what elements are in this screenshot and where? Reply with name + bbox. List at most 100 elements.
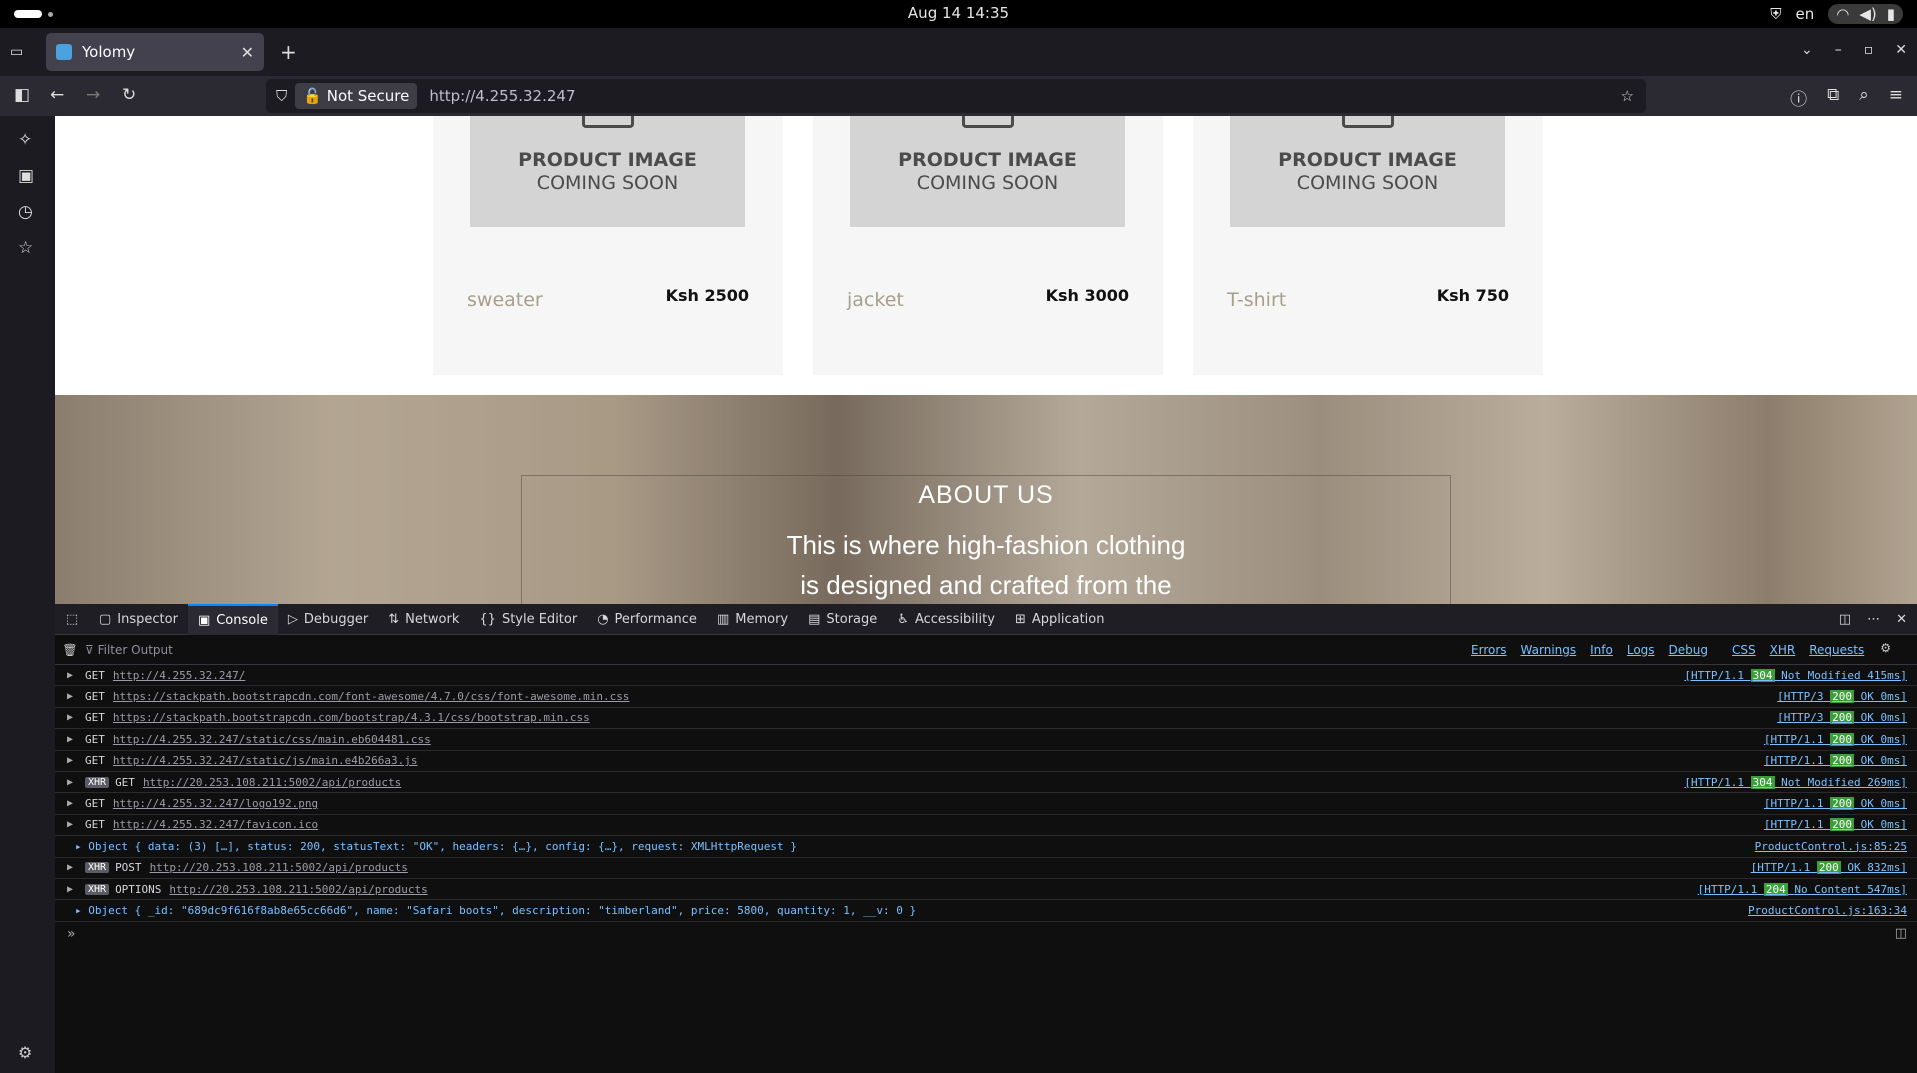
dock-icon[interactable]: ◫ [1839,612,1851,627]
filter-requests[interactable]: Requests [1803,641,1870,659]
close-tab-icon[interactable]: ✕ [241,43,254,62]
source-link[interactable]: ProductControl.js:85:25 [1755,840,1917,853]
tab-console[interactable]: ▣ Console [187,603,278,635]
network-log-row[interactable]: ▶ GET https://stackpath.bootstrapcdn.com/f… [55,686,1917,708]
network-log-row[interactable]: ▶ GET http://4.255.32.247/favicon.ico [HTTP… [55,815,1917,837]
expand-triangle-icon[interactable]: ▶ [55,798,85,809]
extensions-icon[interactable]: ⧉ [1827,85,1839,110]
expand-triangle-icon[interactable]: ▶ [55,734,85,745]
request-status[interactable]: [HTTP/1.1 200 OK 0ms] [1764,732,1917,746]
product-name[interactable]: sweater [467,289,543,311]
product-card[interactable]: PRODUCT IMAGE COMING SOON sweater Ksh 25… [433,116,783,375]
object-preview[interactable]: ▸ Object { data: (3) […], status: 200, s… [55,840,797,853]
request-url[interactable]: http://20.253.108.211:5002/api/products [169,883,427,896]
filter-logs[interactable]: Logs [1621,641,1661,659]
tab-style-editor[interactable]: {} Style Editor [469,604,587,635]
maximize-icon[interactable]: ▫ [1864,42,1874,58]
network-log-row[interactable]: ▶ GET http://4.255.32.247/ [HTTP/1.1 304 No… [55,665,1917,687]
product-name[interactable]: T-shirt [1227,289,1286,311]
request-status[interactable]: [HTTP/3 200 OK 0ms] [1777,690,1917,704]
request-url[interactable]: http://20.253.108.211:5002/api/products [150,861,408,874]
menu-icon[interactable]: ≡ [1889,85,1903,110]
request-url[interactable]: https://stackpath.bootstrapcdn.com/boots… [113,711,590,724]
tab-list-icon[interactable]: ⌄ [1801,42,1813,58]
console-settings-icon[interactable]: ⚙ [1880,641,1891,659]
filter-xhr[interactable]: XHR [1764,641,1802,659]
history-icon[interactable]: ◷ [18,202,33,222]
product-name[interactable]: jacket [847,289,904,311]
request-url[interactable]: http://4.255.32.247/static/js/main.e4b26… [113,754,418,767]
request-status[interactable]: [HTTP/1.1 200 OK 832ms] [1751,861,1917,875]
clock[interactable]: Aug 14 14:35 [0,4,1917,22]
expand-triangle-icon[interactable]: ▶ [55,691,85,702]
product-card[interactable]: PRODUCT IMAGE COMING SOON jacket Ksh 300… [813,116,1163,375]
request-url[interactable]: http://4.255.32.247/ [113,669,245,682]
expand-triangle-icon[interactable]: ▶ [55,712,85,723]
element-picker-icon[interactable]: ⬚ [55,612,89,627]
url-text[interactable]: http://4.255.32.247 [429,87,575,105]
tab-memory[interactable]: ▥ Memory [707,604,798,635]
filter-warnings[interactable]: Warnings [1515,641,1583,659]
tab-accessibility[interactable]: ♿ Accessibility [887,604,1005,635]
forward-icon[interactable]: → [86,85,100,105]
filter-debug[interactable]: Debug [1663,641,1714,659]
ai-chat-icon[interactable]: ✧ [18,130,32,150]
request-url[interactable]: http://20.253.108.211:5002/api/products [143,776,401,789]
console-object-row[interactable]: ▸ Object { data: (3) […], status: 200, s… [55,836,1917,858]
source-link[interactable]: ProductControl.js:163:34 [1748,904,1917,917]
tab-network[interactable]: ⇅ Network [378,604,469,635]
request-url[interactable]: http://4.255.32.247/static/css/main.eb60… [113,733,431,746]
info-icon[interactable]: ⓘ [1790,85,1807,110]
request-url[interactable]: http://4.255.32.247/logo192.png [113,797,318,810]
sidebar-toggle-icon[interactable]: ◧ [14,85,30,105]
expand-triangle-icon[interactable]: ▶ [55,819,85,830]
back-icon[interactable]: ← [50,85,64,105]
request-status[interactable]: [HTTP/1.1 200 OK 0ms] [1764,797,1917,811]
network-log-row[interactable]: ▶ GET http://4.255.32.247/static/js/main.e… [55,751,1917,772]
network-log-row[interactable]: ▶ GET https://stackpath.bootstrapcdn.com/b… [55,708,1917,730]
expand-triangle-icon[interactable]: ▶ [55,862,85,873]
bookmark-star-icon[interactable]: ☆ [1621,87,1634,105]
keyboard-language[interactable]: en [1796,5,1815,23]
expand-triangle-icon[interactable]: ▶ [55,755,85,766]
system-tray[interactable]: ⛨ en ◠ ◀) ▮ [1770,4,1903,24]
request-status[interactable]: [HTTP/1.1 204 No Content 547ms] [1698,882,1917,896]
synced-tabs-icon[interactable]: ▣ [18,166,34,186]
console-prompt[interactable]: » [67,926,76,942]
request-status[interactable]: [HTTP/3 200 OK 0ms] [1777,711,1917,725]
request-url[interactable]: https://stackpath.bootstrapcdn.com/font-… [113,690,630,703]
filter-errors[interactable]: Errors [1465,641,1513,659]
close-window-icon[interactable]: ✕ [1895,42,1907,58]
tab-inspector[interactable]: ▢ Inspector [89,604,188,635]
tab-performance[interactable]: ◔ Performance [587,604,707,635]
more-options-icon[interactable]: ⋯ [1867,612,1880,627]
object-preview[interactable]: ▸ Object { _id: "689dc9f616f8ab8e65cc66d… [55,904,916,917]
request-status[interactable]: [HTTP/1.1 200 OK 0ms] [1764,754,1917,768]
request-url[interactable]: http://4.255.32.247/favicon.ico [113,818,318,831]
expand-triangle-icon[interactable]: ▶ [55,670,85,681]
tab-yolomy[interactable]: Yolomy ✕ [46,33,264,71]
expand-triangle-icon[interactable]: ▶ [55,884,85,895]
network-log-row[interactable]: ▶ XHR OPTIONS http://20.253.108.211:5002/ap… [55,879,1917,901]
expand-triangle-icon[interactable]: ▶ [55,777,85,788]
url-bar[interactable]: ⛉ 🔓 Not Secure http://4.255.32.247 ☆ [266,79,1646,113]
tab-application[interactable]: ⊞ Application [1005,604,1115,635]
console-object-row[interactable]: ▸ Object { _id: "689dc9f616f8ab8e65cc66d… [55,900,1917,922]
request-status[interactable]: [HTTP/1.1 200 OK 0ms] [1764,818,1917,832]
network-log-row[interactable]: ▶ GET http://4.255.32.247/logo192.png [HTTP… [55,793,1917,815]
status-menu[interactable]: ◠ ◀) ▮ [1828,4,1903,24]
bookmarks-icon[interactable]: ☆ [18,238,33,258]
filter-input[interactable]: Filter Output [98,643,173,657]
tracking-shield-icon[interactable]: ⛉ [276,87,287,105]
filter-info[interactable]: Info [1584,641,1619,659]
product-card[interactable]: PRODUCT IMAGE COMING SOON T-shirt Ksh 75… [1193,116,1543,375]
sidebar-settings-icon[interactable]: ⚙ [18,1043,32,1062]
new-tab-button[interactable]: + [280,40,297,64]
network-log-row[interactable]: ▶ XHR POST http://20.253.108.211:5002/api/p… [55,858,1917,879]
tab-debugger[interactable]: ▷ Debugger [278,604,378,635]
filter-css[interactable]: CSS [1726,641,1762,659]
tab-storage[interactable]: ▤ Storage [798,604,887,635]
search-extension-icon[interactable]: ⌕ [1859,85,1869,110]
clear-console-icon[interactable]: 🗑 [55,643,85,657]
request-status[interactable]: [HTTP/1.1 304 Not Modified 415ms] [1684,668,1917,682]
